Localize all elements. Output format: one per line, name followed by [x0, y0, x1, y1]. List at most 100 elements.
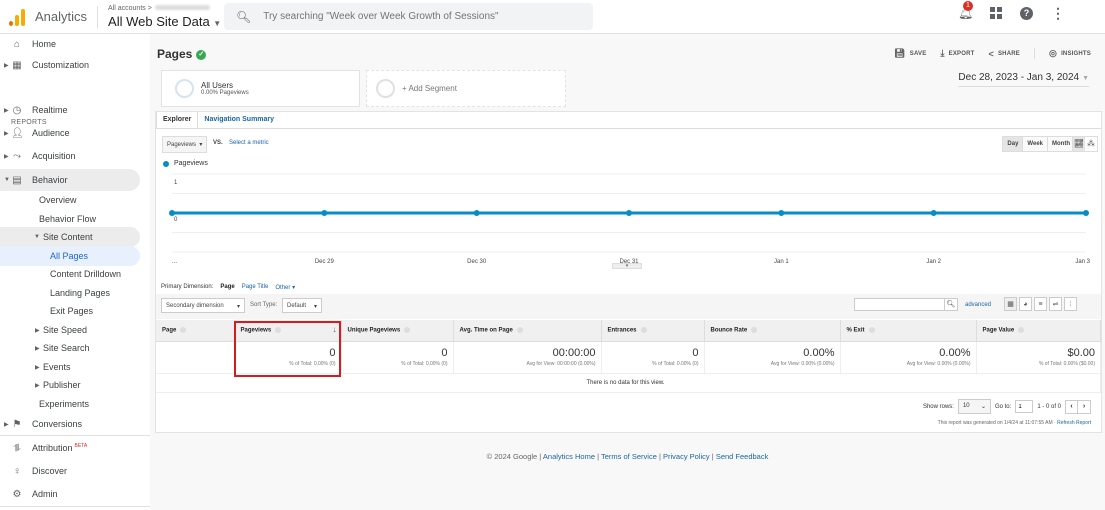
term-cloud-view-icon[interactable]: ⦙	[1064, 297, 1077, 311]
dimension-other-link[interactable]: Other ▾	[275, 284, 295, 291]
tab-navigation-summary[interactable]: Navigation Summary	[198, 112, 280, 129]
footer-link-analytics-home[interactable]: Analytics Home	[543, 452, 595, 461]
divider	[0, 435, 150, 436]
insights-button[interactable]: ◎ INSIGHTS	[1049, 48, 1091, 59]
chart-resize-handle[interactable]: ▾	[612, 263, 642, 269]
column-header-page[interactable]: Page	[156, 320, 235, 342]
column-header-bounce-rate[interactable]: Bounce Rate	[704, 320, 841, 342]
sidebar-item-site-speed[interactable]: ▶ Site Speed	[0, 320, 140, 340]
account-breadcrumb[interactable]: All accounts >	[108, 5, 221, 12]
help-icon[interactable]	[868, 326, 875, 333]
sidebar-item-conversions[interactable]: ▶ ⚑ Conversions	[0, 414, 140, 434]
next-page-button[interactable]: ›	[1078, 401, 1090, 413]
granularity-month-button[interactable]: Month	[1047, 137, 1074, 151]
sidebar-item-label: Overview	[39, 195, 77, 205]
motion-chart-icon[interactable]: ⁂	[1085, 137, 1097, 151]
sidebar-item-publisher[interactable]: ▶ Publisher	[0, 375, 140, 395]
line-chart-icon[interactable]: 📈︎	[1073, 137, 1085, 151]
column-header-pageviews[interactable]: Pageviews ↓	[234, 320, 342, 342]
sidebar-item-site-content[interactable]: ▼ Site Content	[0, 227, 140, 247]
date-range-picker[interactable]: Dec 28, 2023 - Jan 3, 2024 ▼	[958, 72, 1089, 87]
apps-grid-icon[interactable]	[990, 7, 1002, 19]
footer-link-feedback[interactable]: Send Feedback	[716, 452, 769, 461]
comparison-view-icon[interactable]: ⇌	[1049, 297, 1062, 311]
segment-all-users[interactable]: All Users 0.00% Pageviews	[161, 70, 360, 107]
sidebar-item-all-pages[interactable]: All Pages	[0, 246, 140, 266]
sidebar-item-site-search[interactable]: ▶ Site Search	[0, 338, 140, 358]
sidebar-item-overview[interactable]: Overview	[0, 190, 140, 210]
search-input[interactable]	[263, 11, 584, 22]
sort-type-select[interactable]: Default ▾	[282, 298, 322, 313]
legend-dot-icon	[163, 160, 169, 167]
account-selector[interactable]: All accounts > All Web Site Data ▼	[108, 5, 221, 28]
table-search-button[interactable]: 🔍︎	[944, 298, 958, 311]
previous-page-button[interactable]: ‹	[1066, 400, 1078, 413]
property-selector[interactable]: All Web Site Data ▼	[108, 15, 221, 28]
tab-explorer[interactable]: Explorer	[156, 112, 199, 129]
select-metric-link[interactable]: Select a metric	[229, 140, 269, 146]
column-header-unique-pageviews[interactable]: Unique Pageviews	[341, 320, 454, 342]
sidebar-item-audience[interactable]: ▶ 👤︎ Audience	[0, 123, 140, 143]
sidebar-item-customization[interactable]: ▶ ▦ Customization	[0, 55, 140, 75]
collapse-arrow-icon: ▼	[34, 234, 40, 240]
more-options-icon[interactable]: ⋮	[1051, 6, 1065, 20]
granularity-week-button[interactable]: Week	[1022, 137, 1047, 151]
pie-chart-view-icon[interactable]: ◕	[1019, 297, 1032, 311]
total-sub: Avg for View: 0.00% (0.00%)	[906, 361, 971, 367]
add-segment-button[interactable]: + Add Segment	[366, 70, 566, 107]
sidebar-item-label: Audience	[32, 128, 70, 138]
data-table-view-icon[interactable]: ▦	[1004, 297, 1017, 311]
sidebar-item-discover[interactable]: ♀ Discover	[0, 461, 140, 481]
sidebar: ⌂ Home ▶ ▦ Customization REPORTS ▶ ◷ Realtime…	[0, 34, 150, 510]
sidebar-item-events[interactable]: ▶ Events	[0, 357, 140, 377]
notifications-button[interactable]: 🔔︎ 1	[958, 1, 973, 20]
sidebar-item-landing-pages[interactable]: Landing Pages	[0, 283, 140, 303]
table-filter-input[interactable]	[854, 298, 946, 311]
sidebar-item-admin[interactable]: ⚙ Admin	[0, 484, 140, 504]
sidebar-item-behavior-flow[interactable]: Behavior Flow	[0, 209, 140, 229]
export-button[interactable]: ⤓ EXPORT	[940, 48, 974, 59]
sidebar-item-content-drilldown[interactable]: Content Drilldown	[0, 264, 140, 284]
metric-select[interactable]: Pageviews ▾	[162, 136, 208, 153]
refresh-report-link[interactable]: Refresh Report	[1057, 420, 1091, 426]
search-bar[interactable]: 🔍︎	[224, 3, 593, 30]
granularity-day-button[interactable]: Day	[1003, 137, 1023, 151]
sidebar-item-behavior[interactable]: ▼ ▤ Behavior	[0, 169, 140, 191]
performance-view-icon[interactable]: ≡	[1034, 297, 1047, 311]
column-header-avg-time-on-page[interactable]: Avg. Time on Page	[453, 320, 602, 342]
column-header-entrances[interactable]: Entrances	[601, 320, 705, 342]
footer-link-terms[interactable]: Terms of Service	[601, 452, 657, 461]
help-icon[interactable]	[516, 326, 523, 333]
column-header-exit[interactable]: % Exit	[840, 320, 977, 342]
expand-arrow-icon: ▶	[35, 327, 40, 334]
help-icon[interactable]	[640, 326, 647, 333]
total-value: 0.00%	[803, 347, 835, 359]
x-tick-label: Dec 29	[315, 259, 335, 264]
x-tick-label: Jan 2	[926, 259, 941, 264]
footer-link-privacy[interactable]: Privacy Policy	[663, 452, 710, 461]
save-button[interactable]: 💾︎ SAVE	[894, 48, 926, 59]
sidebar-item-realtime[interactable]: ▶ ◷ Realtime	[0, 100, 140, 120]
sidebar-item-exit-pages[interactable]: Exit Pages	[0, 301, 140, 321]
help-icon[interactable]	[180, 326, 187, 333]
help-icon[interactable]	[275, 326, 282, 333]
show-rows-select[interactable]: 10 ⌄	[957, 399, 991, 414]
secondary-dimension-select[interactable]: Secondary dimension ▾	[161, 298, 245, 313]
share-button[interactable]: < SHARE	[989, 48, 1020, 59]
sidebar-item-home[interactable]: ⌂ Home	[0, 34, 140, 54]
sidebar-item-attribution[interactable]: ⥮ Attribution BETA	[0, 438, 140, 458]
table-header-row: Page Pageviews ↓ Unique Pageviews Avg. Ti…	[156, 320, 1101, 342]
help-icon[interactable]	[1018, 326, 1025, 333]
sidebar-item-experiments[interactable]: Experiments	[0, 394, 140, 414]
goto-input[interactable]	[1015, 400, 1034, 413]
help-icon[interactable]	[404, 326, 411, 333]
sidebar-item-acquisition[interactable]: ▶ ⤳ Acquisition	[0, 146, 140, 166]
help-icon[interactable]: ?	[1020, 6, 1033, 20]
sidebar-item-label: Attribution	[32, 443, 73, 453]
column-header-page-value[interactable]: Page Value	[976, 320, 1101, 342]
help-icon[interactable]	[751, 326, 758, 333]
dimension-page-title-link[interactable]: Page Title	[242, 284, 269, 291]
analytics-logo-icon[interactable]	[9, 8, 25, 26]
advanced-filter-link[interactable]: advanced	[965, 302, 991, 308]
total-sub: % of Total: 0.00% ($0.00)	[1038, 361, 1095, 367]
